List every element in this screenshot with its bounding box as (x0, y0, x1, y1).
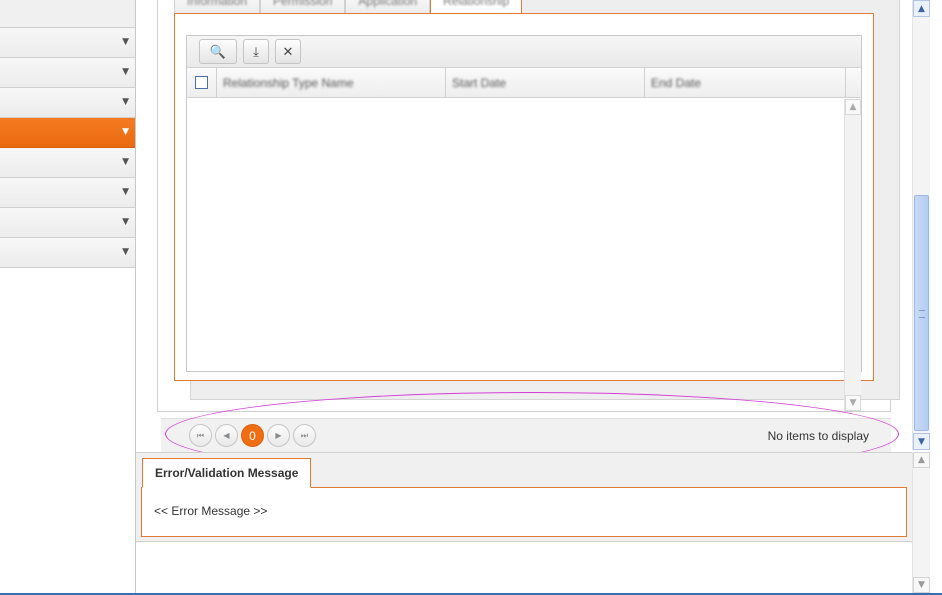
chevron-down-icon: ▼ (122, 97, 129, 107)
error-section: Error/Validation Message << Error Messag… (136, 452, 912, 542)
select-all-cell (187, 68, 217, 97)
grid-scrollbar[interactable]: ▲ ▼ (844, 99, 861, 411)
clear-button[interactable]: ✕ (275, 39, 301, 64)
scroll-down-icon[interactable]: ▼ (913, 433, 930, 450)
column-header-end-date[interactable]: End Date (645, 68, 846, 97)
chevron-down-icon: ▼ (122, 217, 129, 227)
prev-page-icon: ◀ (223, 431, 230, 440)
sidebar-item-1[interactable]: ▼ (0, 28, 135, 58)
pager: ⏮ ◀ 0 ▶ ⏭ No items to display (161, 418, 891, 452)
sidebar-item-4-active[interactable]: ▼ (0, 118, 135, 148)
tab-body: 🔍 ⤓ ✕ Relationship Type Name Start Date … (174, 13, 874, 411)
scroll-up-icon[interactable]: ▲ (845, 99, 861, 115)
next-page-icon: ▶ (275, 431, 282, 440)
next-page-button[interactable]: ▶ (267, 424, 290, 447)
error-message: << Error Message >> (154, 504, 268, 518)
scroll-down-icon[interactable]: ▼ (913, 577, 930, 593)
sidebar: ▼ ▼ ▼ ▼ ▼ ▼ ▼ ▼ (0, 0, 136, 595)
sidebar-header (0, 0, 135, 28)
search-button[interactable]: 🔍 (199, 39, 237, 64)
grid-toolbar: 🔍 ⤓ ✕ (187, 36, 861, 68)
tab-relationship[interactable]: Relationship (430, 0, 523, 14)
scroll-up-icon[interactable]: ▲ (913, 452, 930, 468)
chevron-down-icon: ▼ (122, 247, 129, 257)
export-button[interactable]: ⤓ (243, 39, 269, 64)
sidebar-item-5[interactable]: ▼ (0, 148, 135, 178)
chevron-down-icon: ▼ (122, 67, 129, 77)
first-page-button[interactable]: ⏮ (189, 424, 212, 447)
prev-page-button[interactable]: ◀ (215, 424, 238, 447)
chevron-down-icon: ▼ (122, 127, 129, 137)
sidebar-item-3[interactable]: ▼ (0, 88, 135, 118)
tab-strip: Information Permission Application Relat… (174, 0, 523, 14)
page-scrollbar[interactable]: ▲ ▼ (912, 0, 930, 450)
last-page-button[interactable]: ⏭ (293, 424, 316, 447)
sidebar-item-7[interactable]: ▼ (0, 208, 135, 238)
grid-body (187, 98, 861, 371)
close-icon: ✕ (282, 43, 294, 59)
scroll-down-icon[interactable]: ▼ (845, 395, 861, 411)
tab-permission[interactable]: Permission (260, 0, 346, 14)
data-grid: 🔍 ⤓ ✕ Relationship Type Name Start Date … (186, 35, 862, 411)
pager-status: No items to display (767, 429, 869, 443)
lower-scrollbar[interactable]: ▲ ▼ (912, 452, 930, 595)
tab-application[interactable]: Application (345, 0, 431, 14)
last-page-icon: ⏭ (300, 430, 309, 440)
app-window: ▼ ▼ ▼ ▼ ▼ ▼ ▼ ▼ Information Permission A… (0, 0, 942, 595)
first-page-icon: ⏮ (196, 430, 205, 440)
chevron-down-icon: ▼ (122, 157, 129, 167)
select-all-checkbox[interactable] (195, 76, 208, 89)
sidebar-item-6[interactable]: ▼ (0, 178, 135, 208)
grid-header-row: Relationship Type Name Start Date End Da… (187, 68, 861, 98)
column-header-name[interactable]: Relationship Type Name (217, 68, 446, 97)
scroll-up-icon[interactable]: ▲ (913, 0, 930, 17)
current-page-number: 0 (249, 428, 256, 443)
chevron-down-icon: ▼ (122, 187, 129, 197)
search-icon: 🔍 (209, 43, 227, 59)
chevron-down-icon: ▼ (122, 37, 129, 47)
main-content: Information Permission Application Relat… (136, 0, 912, 595)
column-header-start-date[interactable]: Start Date (446, 68, 645, 97)
scroll-thumb[interactable] (914, 195, 929, 431)
error-message-panel: << Error Message >> (141, 487, 907, 537)
export-icon: ⤓ (253, 43, 259, 59)
tab-information[interactable]: Information (174, 0, 261, 14)
grip-icon (919, 310, 925, 318)
sidebar-item-2[interactable]: ▼ (0, 58, 135, 88)
current-page-button[interactable]: 0 (241, 424, 264, 447)
tab-error-validation[interactable]: Error/Validation Message (142, 458, 312, 488)
sidebar-item-8[interactable]: ▼ (0, 238, 135, 268)
